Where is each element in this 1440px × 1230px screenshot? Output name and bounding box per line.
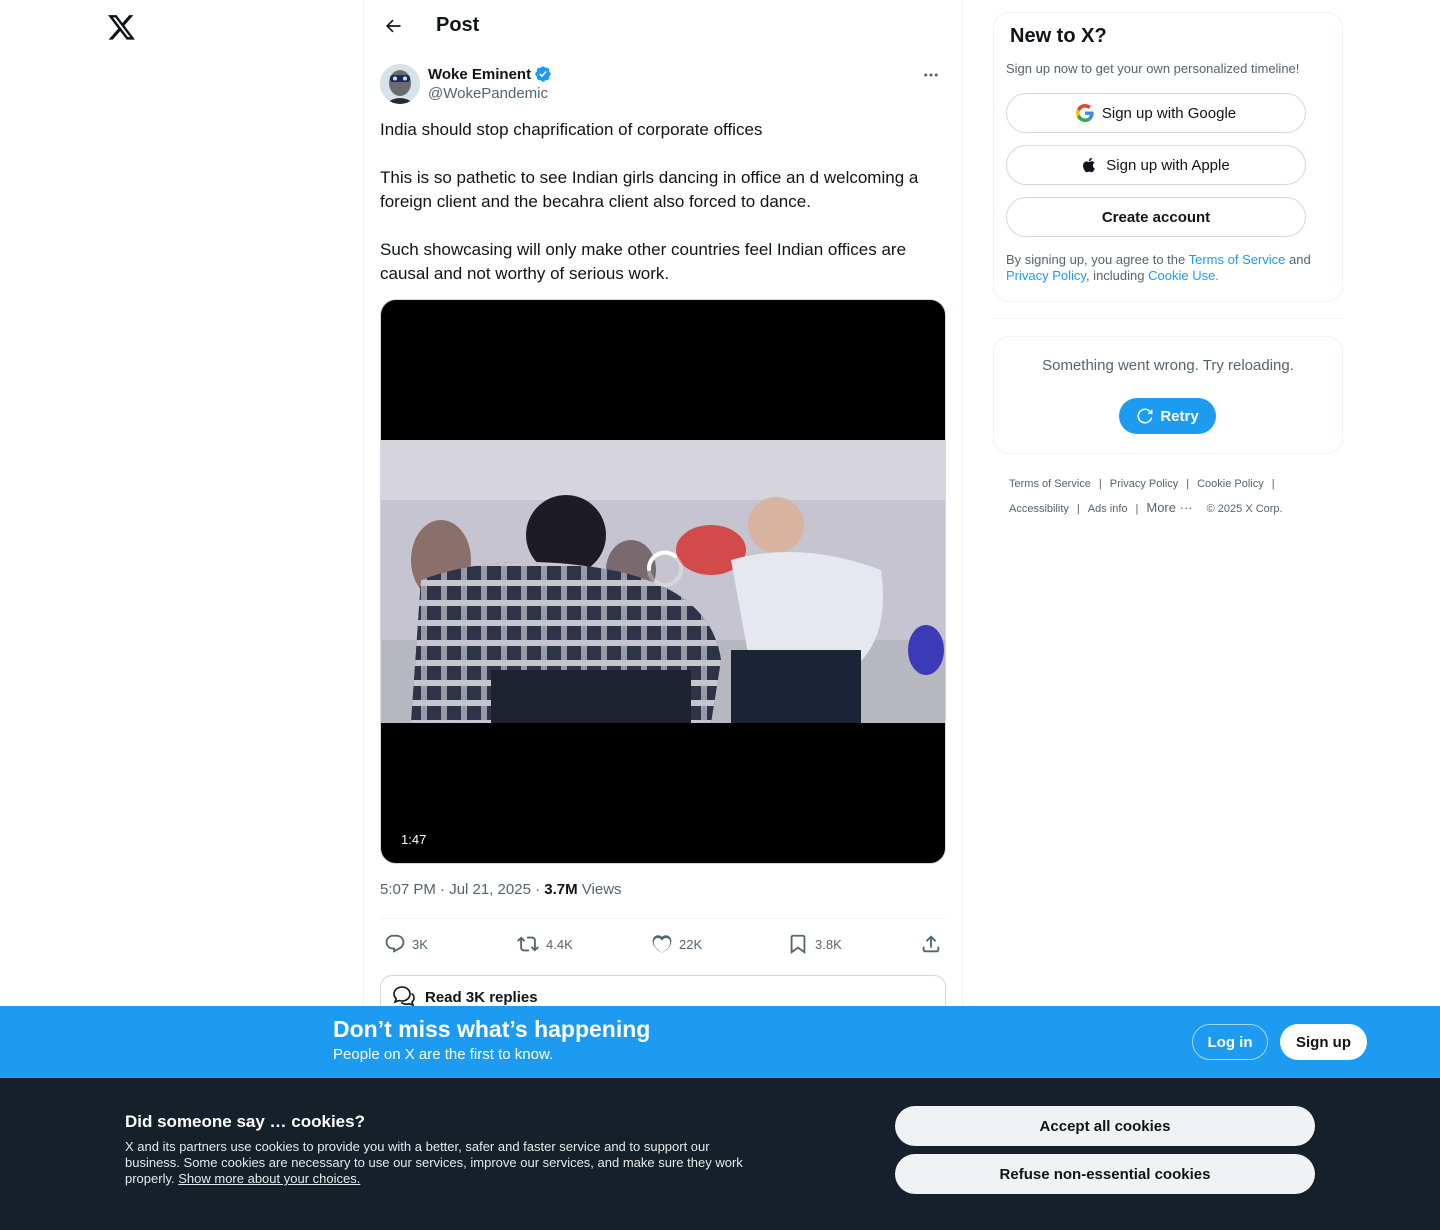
author-handle[interactable]: @WokePandemic [428, 85, 548, 102]
x-logo-icon[interactable] [102, 8, 142, 48]
repost-button[interactable]: 4.4K [516, 930, 573, 958]
footer-separator: | [1135, 503, 1139, 515]
legal-text: By signing up, you agree to the Terms of… [1006, 252, 1336, 284]
action-bar: 3K 4.4K 22K 3.8K [380, 930, 946, 958]
post-text: India should stop chaprification of corp… [380, 118, 946, 286]
cookie-text: X and its partners use cookies to provid… [125, 1139, 755, 1187]
apple-icon [1083, 157, 1096, 173]
author-name-text: Woke Eminent [428, 65, 532, 83]
legal-prefix: By signing up, you agree to the [1006, 252, 1189, 267]
views-label: Views [577, 881, 622, 898]
more-button[interactable] [914, 64, 948, 86]
apple-signup-button[interactable]: Sign up with Apple [1006, 145, 1306, 185]
footer-tos-link[interactable]: Terms of Service [1009, 478, 1091, 490]
like-icon [652, 935, 672, 953]
retry-label: Retry [1160, 407, 1199, 425]
footer-separator: | [1271, 478, 1275, 490]
footer-cookie-link[interactable]: Cookie Policy [1197, 478, 1264, 490]
footer-separator: | [1098, 478, 1102, 490]
retry-button[interactable]: Retry [1119, 398, 1216, 434]
create-account-label: Create account [1101, 208, 1211, 226]
bookmark-button[interactable]: 3.8K [787, 930, 842, 958]
google-signup-button[interactable]: Sign up with Google [1006, 93, 1306, 133]
signup-prompt-title: Don’t miss what’s happening [333, 1016, 651, 1042]
google-signup-label: Sign up with Google [1101, 104, 1237, 122]
repost-count: 4.4K [546, 936, 573, 952]
footer-accessibility-link[interactable]: Accessibility [1009, 503, 1069, 515]
share-icon [922, 935, 940, 953]
share-button[interactable] [920, 930, 942, 958]
footer-privacy-link[interactable]: Privacy Policy [1110, 478, 1178, 490]
post-paragraph: This is so pathetic to see Indian girls … [380, 168, 919, 211]
video-player[interactable]: 1:47 [380, 299, 946, 864]
read-replies-label: Read 3K replies [425, 988, 538, 1006]
footer-more-button[interactable]: More ··· [1146, 500, 1192, 515]
refresh-icon [1137, 408, 1153, 424]
new-to-x-title: New to X? [1010, 25, 1107, 47]
reply-count: 3K [412, 936, 428, 952]
google-icon [1075, 104, 1094, 122]
page-title: Post [436, 14, 480, 36]
post-paragraph: Such showcasing will only make other cou… [380, 240, 907, 283]
cookie-banner: Did someone say … cookies? X and its par… [0, 1078, 1440, 1230]
footer-ads-link[interactable]: Ads info [1088, 503, 1128, 515]
divider [380, 918, 946, 919]
footer-more-label: More [1146, 500, 1176, 515]
footer-separator: | [1186, 478, 1190, 490]
post-paragraph: India should stop chaprification of corp… [380, 120, 763, 139]
post-timestamp[interactable]: 5:07 PM · Jul 21, 2025 · [380, 881, 544, 898]
signup-button[interactable]: Sign up [1280, 1024, 1367, 1060]
apple-signup-label: Sign up with Apple [1106, 156, 1230, 174]
sidebar-divider [993, 318, 1343, 319]
refuse-cookies-button[interactable]: Refuse non-essential cookies [895, 1154, 1315, 1194]
like-button[interactable]: 22K [651, 930, 702, 958]
create-account-button[interactable]: Create account [1006, 197, 1306, 237]
cookie-title: Did someone say … cookies? [125, 1112, 365, 1131]
back-button[interactable] [376, 9, 410, 43]
video-duration: 1:47 [395, 831, 433, 848]
new-to-x-card: New to X? Sign up now to get your own pe… [993, 12, 1343, 302]
cookie-more-link[interactable]: Show more about your choices. [178, 1171, 360, 1186]
back-arrow-icon [385, 19, 401, 33]
post-header: Post [364, 0, 962, 53]
footer-separator: | [1076, 503, 1080, 515]
error-message: Something went wrong. Try reloading. [1042, 357, 1294, 374]
accept-cookies-button[interactable]: Accept all cookies [895, 1106, 1315, 1146]
more-dots-icon: ··· [1179, 500, 1193, 515]
avatar[interactable] [380, 64, 420, 104]
post-meta: 5:07 PM · Jul 21, 2025 · 3.7M Views [380, 881, 622, 898]
reply-icon [385, 934, 405, 953]
bookmark-count: 3.8K [815, 936, 842, 952]
legal-including: , including [1085, 268, 1149, 283]
more-icon [924, 73, 938, 77]
terms-link[interactable]: Terms of Service [1189, 252, 1286, 267]
footer-links: Terms of Service | Privacy Policy | Cookie P… [1009, 472, 1329, 521]
reply-button[interactable]: 3K [384, 930, 428, 958]
error-card: Something went wrong. Try reloading. Ret… [993, 336, 1343, 454]
cookie-use-link[interactable]: Cookie Use. [1148, 268, 1219, 283]
author-row: Woke Eminent @WokePandemic [380, 64, 948, 108]
footer-copyright: © 2025 X Corp. [1206, 503, 1283, 515]
loading-spinner-icon [646, 550, 683, 587]
views-count: 3.7M [544, 881, 578, 898]
legal-and: and [1285, 252, 1311, 267]
signup-prompt-bar: Don’t miss what’s happening People on X … [0, 1006, 1440, 1078]
new-to-x-subtitle: Sign up now to get your own personalized… [1006, 61, 1300, 76]
bookmark-icon [790, 934, 806, 955]
like-count: 22K [679, 936, 703, 952]
verified-badge-icon [535, 66, 551, 82]
privacy-link[interactable]: Privacy Policy [1006, 268, 1086, 283]
repost-icon [517, 936, 539, 952]
signup-prompt-subtitle: People on X are the first to know. [333, 1046, 554, 1063]
author-name[interactable]: Woke Eminent [428, 65, 552, 83]
login-button[interactable]: Log in [1192, 1024, 1268, 1060]
